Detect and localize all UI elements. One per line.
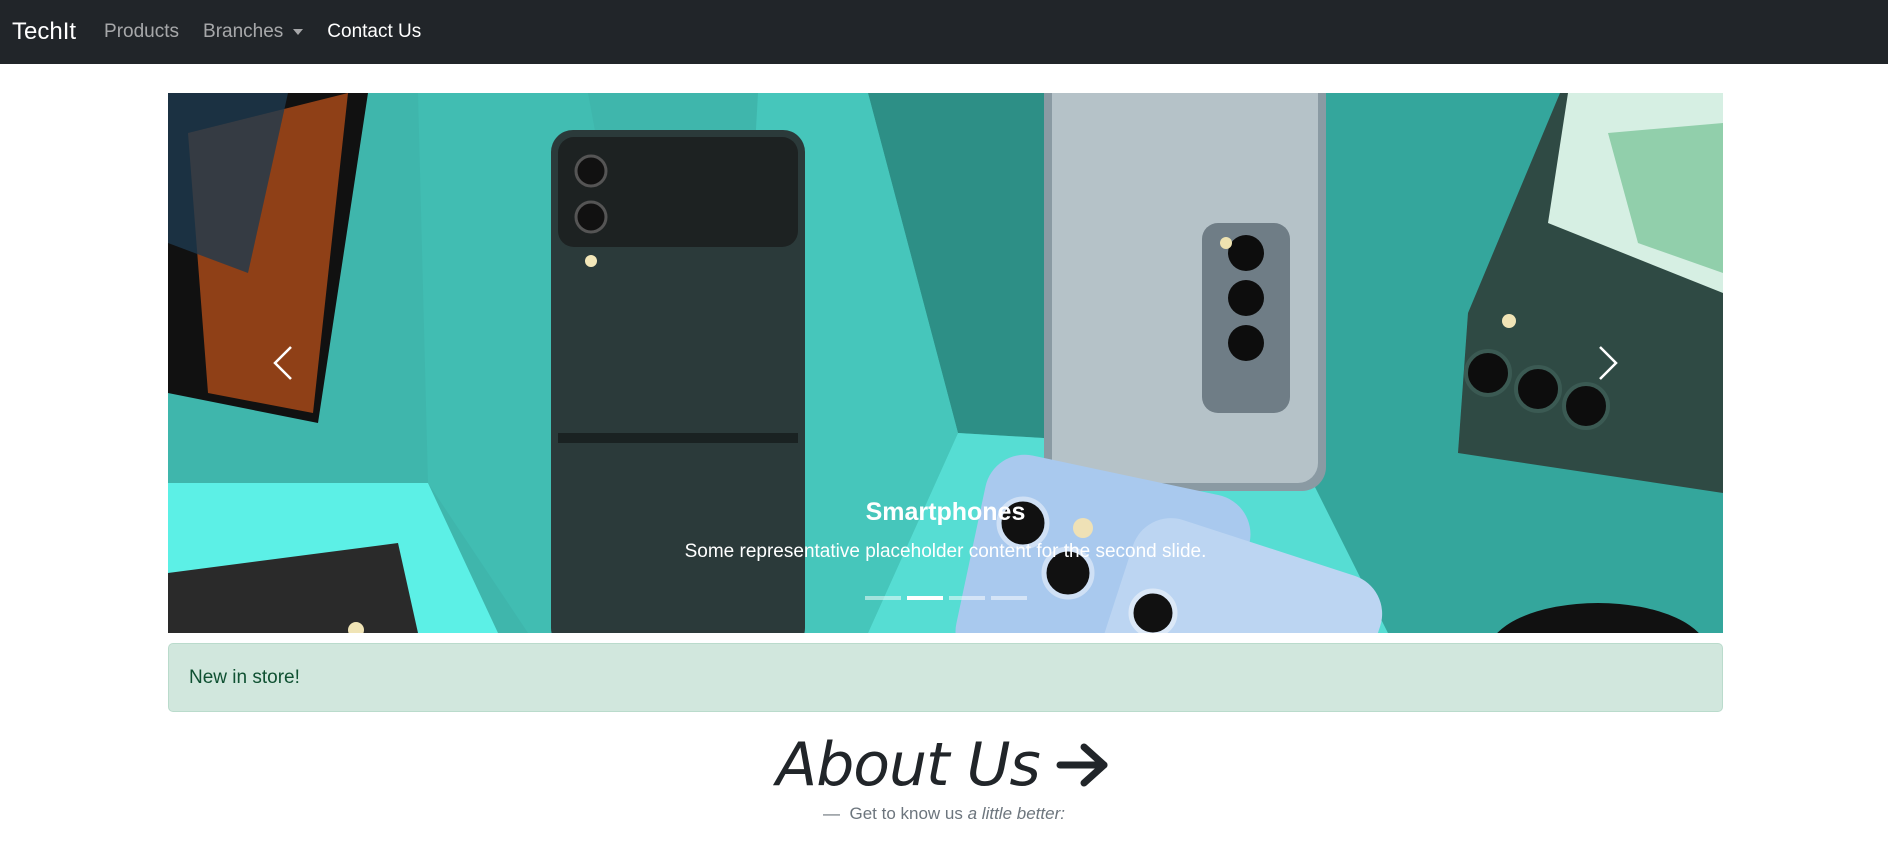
hero-carousel: Smartphones Some representative placehol… [168, 93, 1723, 633]
about-subtitle: — Get to know us a little better: [0, 804, 1888, 824]
nav-branches-label: Branches [203, 21, 284, 42]
caption-title: Smartphones [865, 498, 1026, 526]
brand-logo[interactable]: TechIt [12, 18, 76, 46]
carousel-indicator-1[interactable] [864, 596, 901, 600]
caret-down-icon [293, 29, 304, 35]
carousel-indicator-2[interactable] [906, 596, 943, 600]
top-navbar: TechIt Products Branches Contact Us [0, 0, 1888, 64]
caption-text: Some representative placeholder content … [684, 541, 1207, 562]
subtitle-emphasis: a little better: [967, 804, 1065, 823]
carousel-indicators [168, 596, 1723, 600]
chevron-left-icon [273, 346, 292, 380]
carousel-indicator-4[interactable] [990, 596, 1027, 600]
new-in-store-alert: New in store! [168, 643, 1723, 712]
about-title: About Us [776, 730, 1041, 800]
nav-branches-dropdown[interactable]: Branches [203, 21, 304, 43]
carousel-indicator-3[interactable] [948, 596, 985, 600]
carousel-caption: Smartphones Some representative placehol… [168, 498, 1723, 563]
nav-products[interactable]: Products [104, 21, 179, 43]
alert-text: New in store! [189, 666, 300, 688]
chevron-right-icon [1599, 346, 1618, 380]
arrow-right-icon [1056, 743, 1108, 787]
subtitle-plain: Get to know us [849, 804, 963, 823]
nav-contact-us[interactable]: Contact Us [327, 21, 421, 43]
about-section: About Us — Get to know us a little bette… [0, 730, 1888, 824]
subtitle-dash: — [823, 804, 841, 823]
about-heading[interactable]: About Us [776, 730, 1112, 800]
